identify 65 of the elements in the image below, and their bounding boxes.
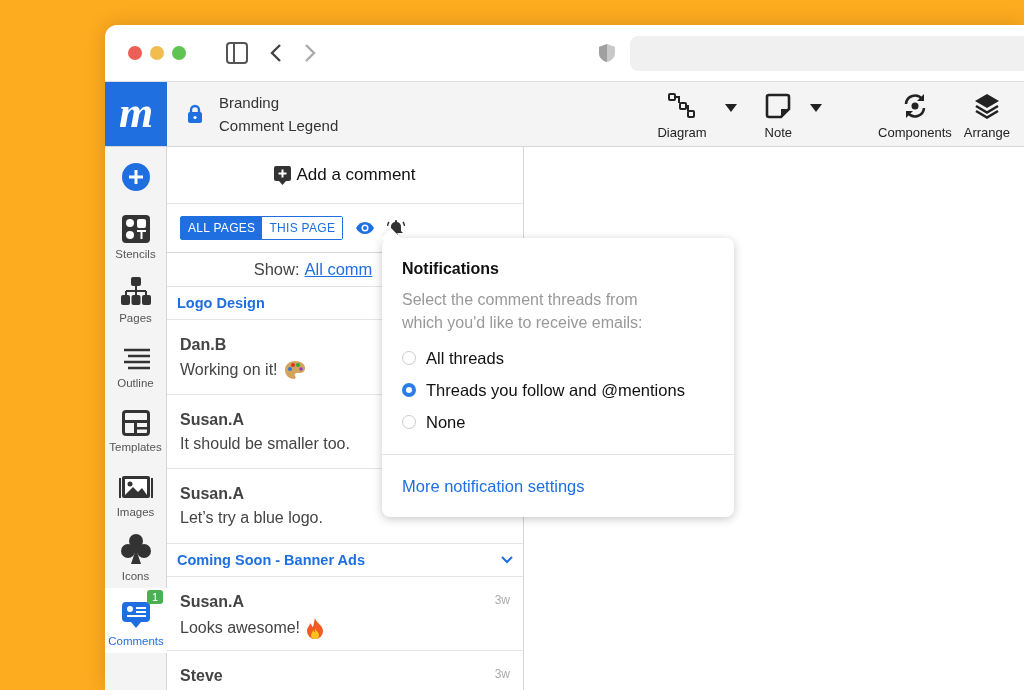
filter-label: Show: — [253, 260, 300, 279]
radio-option[interactable]: All threads — [402, 342, 714, 374]
radio-button[interactable] — [402, 351, 416, 365]
document-name[interactable]: Comment Legend — [219, 117, 339, 134]
back-icon[interactable] — [270, 44, 282, 62]
comment-text: Looks awesome! — [180, 618, 301, 637]
sitemap-icon — [120, 277, 151, 307]
close-button[interactable] — [128, 46, 142, 60]
radio-option[interactable]: None — [402, 406, 714, 438]
radio-button[interactable] — [402, 415, 416, 429]
sidebar-item[interactable]: Stencils — [105, 201, 166, 266]
lock-icon — [187, 104, 203, 124]
project-name[interactable]: Branding — [219, 94, 339, 111]
sidebar-item[interactable]: Templates — [105, 394, 166, 459]
toolbar-button[interactable]: Diagram — [651, 93, 713, 140]
sidebar-item[interactable]: Comments 1 — [105, 588, 167, 653]
caret-icon[interactable] — [724, 103, 737, 112]
comment-text: Working on it! — [180, 361, 278, 379]
outline-icon — [121, 347, 150, 372]
eye-icon[interactable] — [355, 221, 376, 235]
comment-icon — [122, 599, 150, 630]
sidebar-item[interactable]: Pages — [105, 265, 166, 330]
comment-author: Susan.A — [180, 485, 244, 503]
radio-button[interactable] — [402, 383, 416, 397]
comment-time: 3w — [494, 592, 510, 609]
toolbar-button[interactable]: Components — [872, 93, 958, 140]
count-badge: 1 — [146, 590, 163, 604]
toolbar-button[interactable]: Note — [758, 93, 799, 140]
app-logo[interactable]: m — [105, 82, 167, 146]
comment-text: Let’s try a blue logo. — [180, 509, 323, 527]
add-comment-icon — [274, 165, 292, 185]
sidebar-item[interactable]: Outline — [105, 330, 166, 395]
comment-author: Steve — [180, 667, 223, 685]
comment-author: Dan.B — [180, 336, 227, 354]
club-icon — [119, 533, 152, 565]
comment-author: Susan.A — [180, 592, 244, 611]
comment-text: It should be smaller too. — [180, 434, 350, 453]
sidebar-icon[interactable] — [226, 42, 248, 64]
templates-icon — [121, 410, 150, 436]
comment-time: 3w — [494, 667, 510, 683]
radio-option[interactable]: Threads you follow and @mentions — [402, 374, 714, 406]
toolbar-button[interactable]: Arrange — [957, 93, 1016, 140]
palette-icon — [283, 360, 306, 380]
group-header[interactable]: Coming Soon - Banner Ads — [167, 543, 523, 577]
popover-title: Notifications — [402, 260, 500, 278]
stencils-icon — [121, 214, 150, 243]
filter-link[interactable]: All comm — [304, 260, 373, 279]
settings-link[interactable]: More notification settings — [402, 477, 585, 495]
shield-icon[interactable] — [598, 43, 616, 63]
caret-icon[interactable] — [810, 103, 823, 112]
fire-icon — [306, 616, 325, 639]
chevron-icon[interactable] — [501, 555, 513, 564]
scope-tab[interactable]: ALL PAGES — [181, 217, 263, 239]
add-comment-button[interactable]: Add a comment — [268, 164, 422, 186]
zoom-button[interactable] — [172, 46, 186, 60]
group-title: Coming Soon - Banner Ads — [177, 551, 365, 568]
comment-author: Susan.A — [180, 410, 244, 429]
add-icon[interactable] — [121, 163, 150, 191]
diagram-icon — [668, 93, 696, 119]
group-title: Logo Design — [177, 295, 265, 311]
sidebar-item[interactable]: Icons — [105, 523, 166, 588]
note-icon — [765, 93, 792, 119]
sidebar-item[interactable]: Images — [105, 459, 166, 524]
forward-icon[interactable] — [304, 44, 316, 62]
image-icon — [118, 474, 153, 501]
